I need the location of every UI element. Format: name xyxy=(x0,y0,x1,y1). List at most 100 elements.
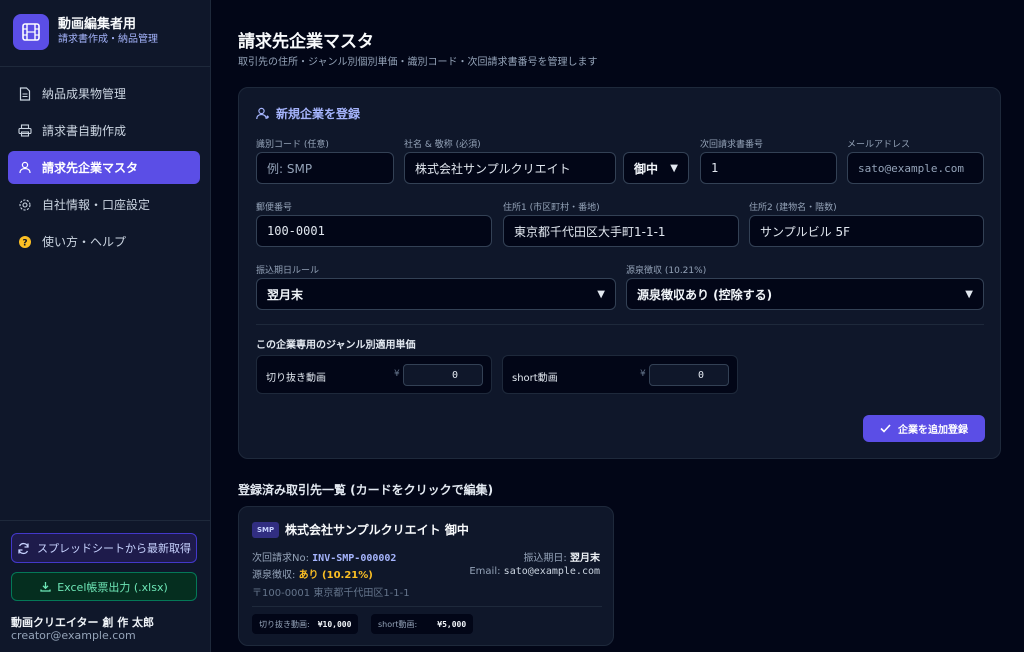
code-input[interactable]: 例: SMP xyxy=(256,152,394,184)
add-client-label: 企業を追加登録 xyxy=(898,425,968,436)
page-subtitle: 取引先の住所・ジャンル別個別単価・識別コード・次回請求書番号を管理します xyxy=(238,57,598,68)
honorific-value: 御中 xyxy=(634,161,659,176)
check-icon xyxy=(880,424,891,433)
brand: 動画編集者用 請求書作成・納品管理 xyxy=(13,14,158,50)
withholding-label: 源泉徴収: xyxy=(252,570,296,581)
app-title: 動画編集者用 xyxy=(58,17,137,32)
sync-spreadsheet-label: スプレッドシートから最新取得 xyxy=(37,542,191,555)
user-icon xyxy=(18,161,32,175)
user-name: 動画クリエイター 創 作 太郎 xyxy=(11,616,155,629)
gear-icon xyxy=(18,198,32,212)
sidebar-item-label: 使い方・ヘルプ xyxy=(42,235,127,249)
chevron-down-icon: ▼ xyxy=(965,288,973,300)
printer-icon xyxy=(18,124,32,138)
app-subtitle: 請求書作成・納品管理 xyxy=(58,34,158,45)
genre-price-heading: この企業専用のジャンル別適用単価 xyxy=(256,340,416,351)
company-name-input[interactable]: 株式会社サンプルクリエイト xyxy=(404,152,616,184)
payment-rule-label: 振込期日ルール xyxy=(256,266,320,276)
due-date-line: 振込期日: 翌月末 xyxy=(523,549,600,564)
next-invoice-label: 次回請求書番号 xyxy=(700,140,764,150)
sidebar-item-help[interactable]: ? 使い方・ヘルプ xyxy=(8,225,200,258)
sidebar: 動画編集者用 請求書作成・納品管理 納品成果物管理 請求書自動作成 請求先企業マ… xyxy=(0,0,211,652)
company-label: 社名 & 敬称 (必須) xyxy=(404,140,481,150)
new-client-form: 新規企業を登録 識別コード (任意) 例: SMP 社名 & 敬称 (必須) 株… xyxy=(238,87,1001,459)
price-chip: short動画: ¥5,000 xyxy=(371,614,474,634)
genre-price-item: short動画 ¥ 0 xyxy=(502,355,738,394)
excel-export-label: Excel帳票出力 (.xlsx) xyxy=(57,580,168,594)
refresh-icon xyxy=(17,542,30,555)
sidebar-divider xyxy=(0,66,210,67)
due-date-label: 振込期日: xyxy=(523,553,567,564)
help-icon: ? xyxy=(18,235,32,249)
next-invoice-value: INV-SMP-000002 xyxy=(312,553,397,564)
excel-export-button[interactable]: Excel帳票出力 (.xlsx) xyxy=(11,572,197,601)
download-icon xyxy=(40,581,51,592)
svg-text:?: ? xyxy=(22,238,27,248)
user-email: creator@example.com xyxy=(11,629,136,642)
address1-input[interactable]: 東京都千代田区大手町1-1-1 xyxy=(503,215,739,247)
address2-input[interactable]: サンプルビル 5F xyxy=(749,215,984,247)
price-chip-name: 切り抜き動画: xyxy=(259,619,310,629)
email-label: メールアドレス xyxy=(847,140,911,150)
genre-price-input[interactable]: 0 xyxy=(403,364,483,386)
document-icon xyxy=(18,86,32,101)
chevron-down-icon: ▼ xyxy=(670,162,678,174)
currency-symbol: ¥ xyxy=(394,369,400,379)
currency-symbol: ¥ xyxy=(640,369,646,379)
price-chip-name: short動画: xyxy=(378,619,418,629)
client-address: 〒100-0001 東京都千代田区1-1-1 xyxy=(252,588,410,599)
genre-name: short動画 xyxy=(512,373,558,384)
genre-name: 切り抜き動画 xyxy=(266,373,326,384)
price-chip-value: ¥10,000 xyxy=(317,619,352,629)
withholding-label: 源泉徴収 (10.21%) xyxy=(626,266,707,276)
client-list-heading: 登録済み取引先一覧 (カードをクリックで編集) xyxy=(238,483,494,497)
client-card[interactable]: SMP 株式会社サンプルクリエイト 御中 次回請求No: INV-SMP-000… xyxy=(238,506,614,646)
form-heading-text: 新規企業を登録 xyxy=(276,107,361,121)
withholding-value: 源泉徴収あり (控除する) xyxy=(637,287,773,302)
email-input[interactable]: sato@example.com xyxy=(847,152,984,184)
honorific-select[interactable]: 御中 ▼ xyxy=(623,152,689,184)
sidebar-item-label: 自社情報・口座設定 xyxy=(42,198,151,212)
add-client-button[interactable]: 企業を追加登録 xyxy=(863,415,985,442)
sidebar-item-label: 請求書自動作成 xyxy=(42,124,127,138)
withholding-line: 源泉徴収: あり (10.21%) xyxy=(252,566,373,581)
film-icon xyxy=(13,14,49,50)
sidebar-nav: 納品成果物管理 請求書自動作成 請求先企業マスタ 自社情報・口座設定 ? 使い方… xyxy=(8,77,200,262)
withholding-value: あり (10.21%) xyxy=(298,570,373,581)
client-name: 株式会社サンプルクリエイト 御中 xyxy=(285,523,469,537)
due-date-value: 翌月末 xyxy=(570,553,600,564)
page-title: 請求先企業マスタ xyxy=(238,32,374,52)
sidebar-item-label: 請求先企業マスタ xyxy=(42,161,139,175)
next-invoice-line: 次回請求No: INV-SMP-000002 xyxy=(252,549,396,564)
price-chip: 切り抜き動画: ¥10,000 xyxy=(252,614,359,634)
form-heading: 新規企業を登録 xyxy=(256,105,360,122)
sync-spreadsheet-button[interactable]: スプレッドシートから最新取得 xyxy=(11,533,197,563)
email-line: Email: sato@example.com xyxy=(469,566,600,577)
sidebar-item-deliverables[interactable]: 納品成果物管理 xyxy=(8,77,200,110)
client-code-badge: SMP xyxy=(252,522,280,538)
genre-price-item: 切り抜き動画 ¥ 0 xyxy=(256,355,492,394)
withholding-select[interactable]: 源泉徴収あり (控除する) ▼ xyxy=(626,278,984,310)
genre-price-input[interactable]: 0 xyxy=(649,364,729,386)
code-label: 識別コード (任意) xyxy=(256,140,329,150)
next-invoice-input[interactable]: 1 xyxy=(700,152,837,184)
next-invoice-label: 次回請求No: xyxy=(252,553,309,564)
payment-rule-select[interactable]: 翌月末 ▼ xyxy=(256,278,616,310)
email-value: sato@example.com xyxy=(503,566,600,577)
address2-label: 住所2 (建物名・階数) xyxy=(749,203,837,213)
card-divider xyxy=(252,606,602,607)
sidebar-bottom-divider xyxy=(0,520,210,521)
postal-label: 郵便番号 xyxy=(256,203,293,213)
user-add-icon xyxy=(256,107,270,120)
form-divider xyxy=(256,324,984,325)
sidebar-item-company-settings[interactable]: 自社情報・口座設定 xyxy=(8,188,200,221)
sidebar-item-clients[interactable]: 請求先企業マスタ xyxy=(8,151,200,184)
sidebar-item-invoice[interactable]: 請求書自動作成 xyxy=(8,114,200,147)
chevron-down-icon: ▼ xyxy=(597,288,605,300)
sidebar-item-label: 納品成果物管理 xyxy=(42,87,127,101)
postal-input[interactable]: 100-0001 xyxy=(256,215,492,247)
price-chip-value: ¥5,000 xyxy=(437,619,467,629)
email-label: Email: xyxy=(469,566,501,577)
payment-rule-value: 翌月末 xyxy=(267,287,304,302)
address1-label: 住所1 (市区町村・番地) xyxy=(503,203,600,213)
